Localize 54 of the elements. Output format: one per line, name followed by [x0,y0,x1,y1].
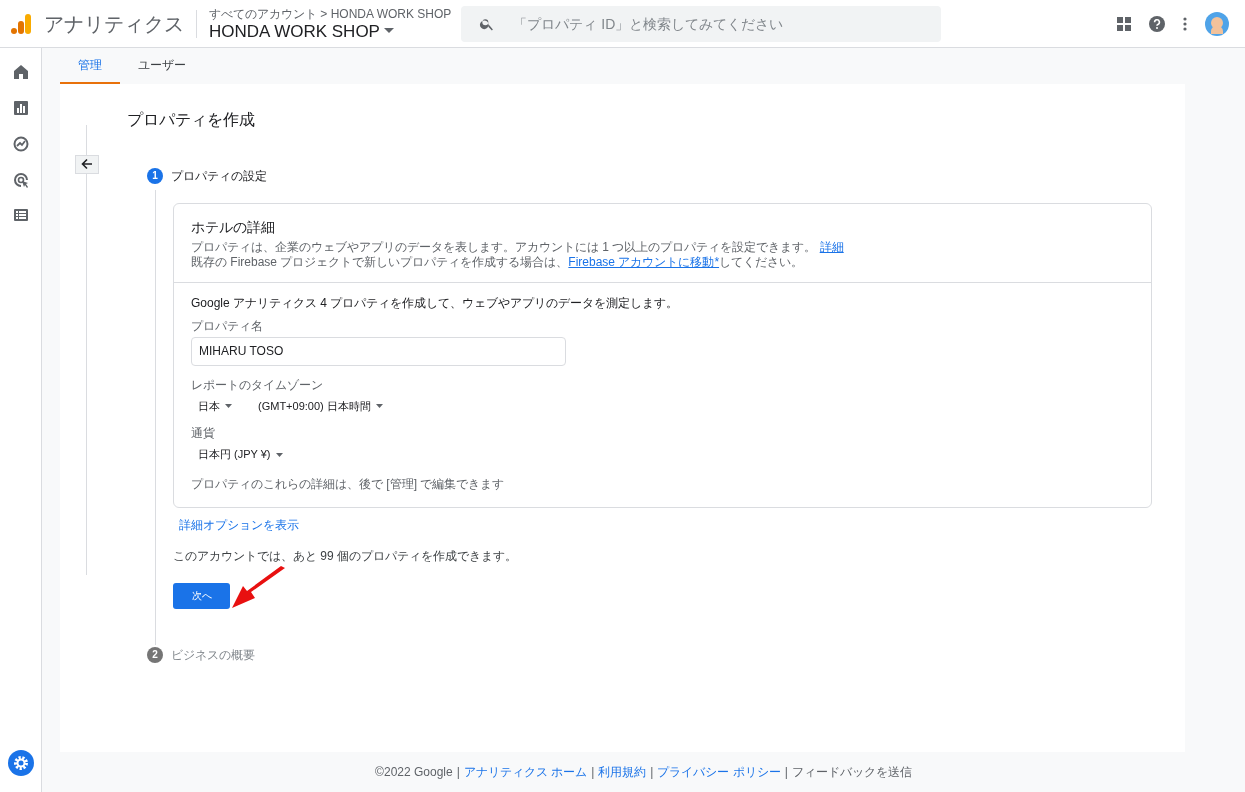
step-label: ビジネスの概要 [171,646,255,664]
section-heading: ホテルの詳細 [191,217,276,237]
note-text: プロパティのこれらの詳細は、後で [管理] で編集できます [191,475,506,493]
field-label: プロパティ名 [191,317,264,335]
separator: | [591,764,595,782]
description-text: プロパティは、企業のウェブやアプリのデータを表します。アカウントには 1 つ以上のプロパティを設定できます。 詳細 [191,239,845,255]
tab[interactable]: ユーザー [120,48,204,84]
back-arrow-icon [81,158,93,171]
avatar-icon[interactable] [1205,11,1229,36]
page-title: プロパティを作成 [127,109,255,130]
currency-dropdown[interactable]: 日本円 (JPY ¥) [191,446,283,463]
details-link[interactable]: 詳細 [819,239,844,254]
list-icon[interactable] [12,208,29,222]
footer-link[interactable]: 利用規約 [598,763,647,782]
account-selector[interactable]: HONDA WORK SHOP [209,22,452,40]
footer-link[interactable]: アナリティクス ホーム [463,763,588,782]
more-icon[interactable] [1183,16,1187,31]
separator: | [784,764,788,782]
back-button[interactable] [75,154,99,174]
separator: | [650,764,654,782]
property-name-field[interactable]: MIHARU TOSO [191,336,566,366]
field-label: 通貨 [191,425,216,443]
breadcrumb[interactable]: すべてのアカウント > HONDA WORK SHOP [209,7,452,20]
search-field[interactable]: 「プロパティ ID」と検索してみてください [461,5,942,42]
product-name: アナリティクス [44,11,184,37]
caret-icon [225,404,232,409]
settings-icon[interactable] [7,750,34,776]
home-icon[interactable] [12,64,29,80]
annotation-arrow [231,565,287,610]
step-number: 1 [147,167,163,184]
footer-text: ©2022 Google [375,764,453,782]
footer-link[interactable]: プライバシー ポリシー [657,763,781,782]
quota-text: このアカウントでは、あと 99 個のプロパティを作成できます。 [173,547,517,565]
country-dropdown[interactable]: 日本 [191,397,232,415]
bar-chart-icon[interactable] [12,100,29,116]
cursor-target-icon[interactable] [12,172,29,188]
footer-text: フィードバックを送信 [791,764,912,782]
caret-icon [375,404,383,409]
separator: | [456,764,460,782]
caret-icon [383,28,394,34]
advanced-options-link[interactable]: 詳細オプションを表示 [179,515,299,534]
firebase-text: 既存の Firebase プロジェクトで新しいプロパティを作成する場合は、Firebase アカウントに移動*してください。 [191,254,805,270]
apps-grid-icon[interactable] [1117,16,1131,31]
step-label: プロパティの設定 [171,167,267,185]
caret-icon [275,452,283,457]
analytics-logo-icon [10,12,32,35]
trend-icon[interactable] [12,136,29,152]
step-number: 2 [147,646,163,663]
timezone-dropdown[interactable]: (GMT+09:00) 日本時間 [258,397,383,415]
firebase-link[interactable]: Firebase アカウントに移動* [568,254,720,269]
next-button[interactable]: 次へ [173,582,230,609]
help-icon[interactable] [1149,15,1165,32]
field-label: レポートのタイムゾーン [191,376,324,394]
intro-text: Google アナリティクス 4 プロパティを作成して、ウェブやアプリのデータを測定します。 [191,294,680,312]
